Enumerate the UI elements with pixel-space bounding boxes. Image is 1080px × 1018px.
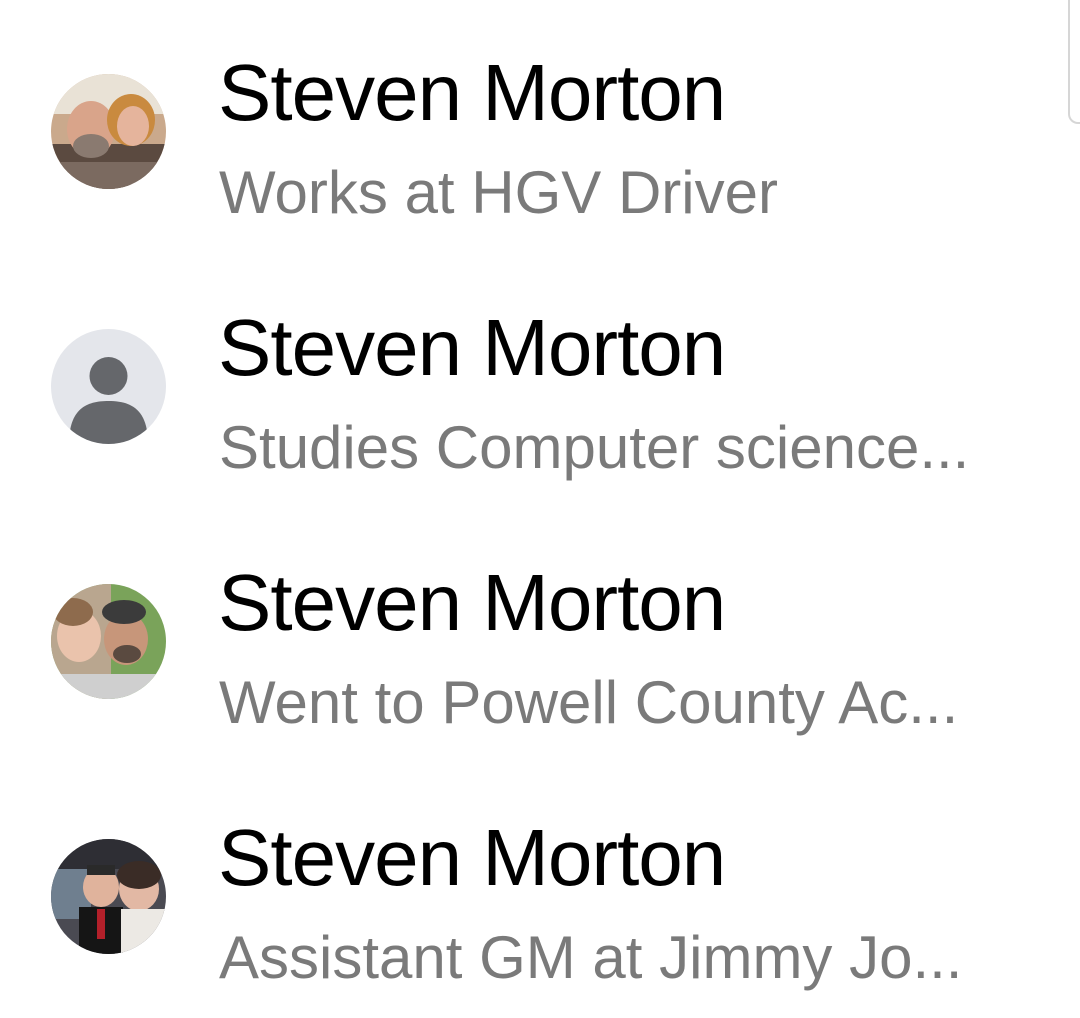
list-item[interactable]: Steven Morton Studies Computer science..… (0, 255, 1080, 510)
result-subtitle: Went to Powell County Ac... (219, 669, 959, 736)
result-subtitle: Assistant GM at Jimmy Jo... (219, 924, 963, 991)
list-item[interactable]: Steven Morton Assistant GM at Jimmy Jo..… (0, 765, 1080, 1018)
result-subtitle: Studies Computer science... (219, 414, 970, 481)
profile-photo-icon (51, 839, 166, 954)
result-name: Steven Morton (218, 48, 726, 137)
result-name: Steven Morton (218, 813, 726, 902)
result-name: Steven Morton (218, 558, 726, 647)
list-item[interactable]: Steven Morton Went to Powell County Ac..… (0, 510, 1080, 765)
result-name: Steven Morton (218, 303, 726, 392)
default-person-icon (51, 329, 166, 444)
avatar[interactable] (51, 839, 166, 954)
result-subtitle: Works at HGV Driver (219, 159, 778, 226)
avatar[interactable] (51, 329, 166, 444)
list-item[interactable]: Steven Morton Works at HGV Driver (0, 0, 1080, 255)
avatar[interactable] (51, 584, 166, 699)
profile-photo-icon (51, 584, 166, 699)
people-results-list: Steven Morton Works at HGV Driver Steven… (0, 0, 1080, 1018)
search-results-screen: Steven Morton Works at HGV Driver Steven… (0, 0, 1080, 1018)
profile-photo-icon (51, 74, 166, 189)
avatar[interactable] (51, 74, 166, 189)
